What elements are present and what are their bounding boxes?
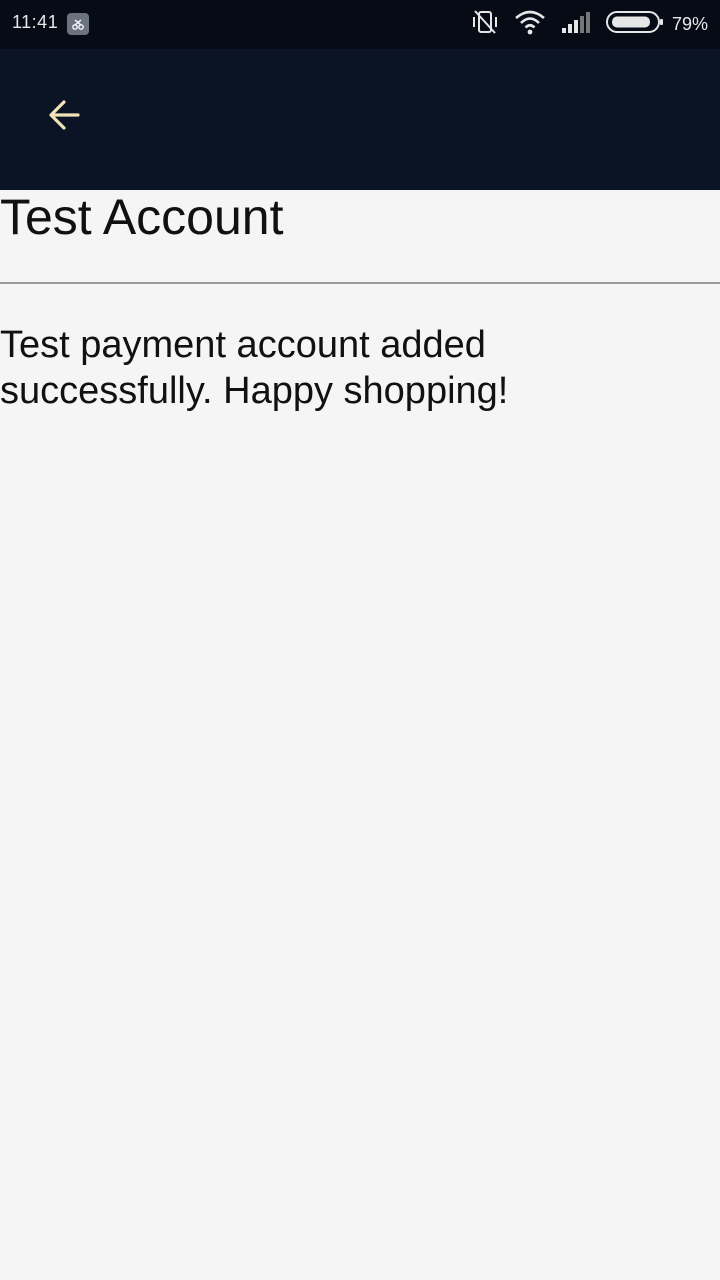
page-title: Test Account xyxy=(0,189,284,245)
back-button[interactable] xyxy=(36,89,92,145)
status-time: 11:41 xyxy=(12,12,59,32)
success-message: Test payment account added successfully.… xyxy=(0,324,509,412)
status-bar: 11:41 79% xyxy=(0,0,720,49)
app-bar xyxy=(0,49,720,190)
battery-icon xyxy=(605,10,664,39)
arrow-left-icon xyxy=(44,95,84,140)
battery-percentage: 79% xyxy=(671,13,708,34)
app-notification-icon xyxy=(67,13,89,35)
content-area: Test Account Test payment account added … xyxy=(0,190,720,1280)
signal-icon xyxy=(560,10,592,39)
wifi-icon xyxy=(514,9,546,40)
status-icons: 79% xyxy=(456,8,708,41)
divider xyxy=(0,282,720,284)
vibrate-off-icon xyxy=(470,8,500,41)
